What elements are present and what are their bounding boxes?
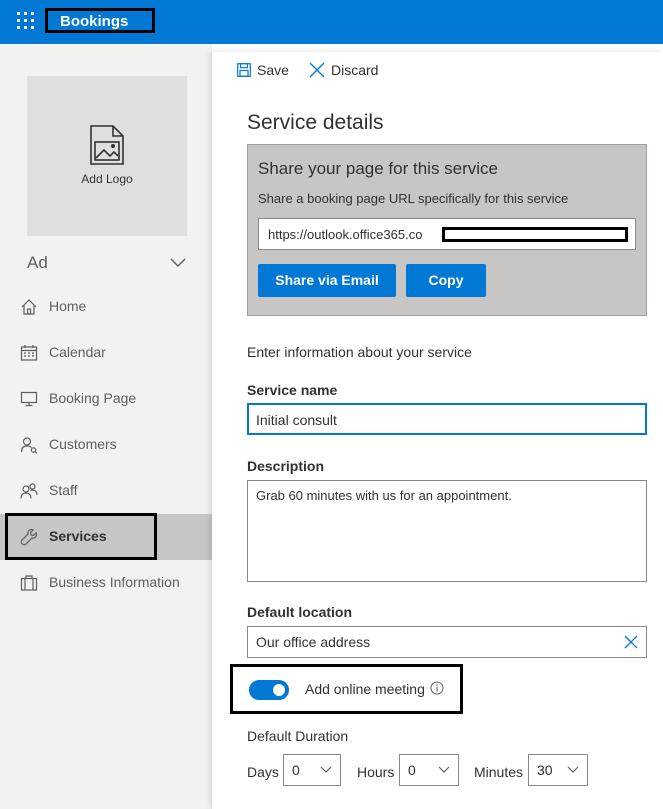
- share-title: Share your page for this service: [258, 159, 499, 178]
- sidebar-item-calendar[interactable]: Calendar: [0, 330, 212, 376]
- person-icon: [20, 437, 38, 454]
- minutes-label: Minutes: [474, 764, 524, 780]
- sidebar-item-business-information[interactable]: Business Information: [0, 560, 212, 606]
- intro-text: Enter information about your service: [247, 344, 472, 360]
- hours-value: 0: [408, 762, 416, 778]
- monitor-icon: [20, 391, 38, 407]
- online-meeting-toggle[interactable]: [249, 680, 289, 700]
- home-icon: [21, 299, 37, 315]
- toggle-knob: [273, 684, 285, 696]
- business-name: Ad: [27, 253, 48, 272]
- days-select[interactable]: 0: [283, 754, 341, 786]
- share-subtitle: Share a booking page URL specifically fo…: [258, 191, 569, 206]
- service-name-label: Service name: [247, 382, 338, 398]
- app-launcher-icon[interactable]: [17, 12, 35, 30]
- service-details-panel: Save Discard Service details Share your …: [212, 52, 663, 809]
- calendar-icon: [20, 345, 38, 361]
- discard-label: Discard: [331, 62, 379, 78]
- briefcase-icon: [20, 575, 38, 591]
- sidebar-item-customers[interactable]: Customers: [0, 422, 212, 468]
- sidebar-item-label: Staff: [49, 482, 78, 498]
- sidebar-item-label: Business Information: [49, 574, 180, 590]
- info-icon[interactable]: [430, 681, 444, 695]
- image-add-icon: [90, 125, 124, 165]
- sidebar-item-label: Home: [49, 298, 87, 314]
- online-meeting-highlight: Add online meeting: [230, 664, 463, 714]
- sidebar: Add Logo Ad Home Calendar Booking Page C…: [0, 44, 212, 809]
- share-via-email-button[interactable]: Share via Email: [258, 264, 396, 297]
- share-url-field[interactable]: https://outlook.office365.co: [258, 218, 636, 250]
- minutes-value: 30: [537, 762, 553, 778]
- share-url-text: https://outlook.office365.co: [268, 227, 423, 242]
- hours-select[interactable]: 0: [399, 754, 459, 786]
- app-title-highlight: Bookings: [45, 8, 155, 33]
- sidebar-item-booking-page[interactable]: Booking Page: [0, 376, 212, 422]
- service-name-input[interactable]: Initial consult: [247, 403, 647, 435]
- default-location-label: Default location: [247, 604, 353, 620]
- days-label: Days: [247, 764, 279, 780]
- location-value: Our office address: [256, 634, 371, 650]
- add-logo-tile[interactable]: Add Logo: [27, 76, 187, 236]
- days-value: 0: [292, 762, 300, 778]
- app-title[interactable]: Bookings: [60, 12, 128, 31]
- sidebar-item-label: Calendar: [49, 344, 106, 360]
- page-title: Service details: [247, 111, 384, 134]
- share-page-section: Share your page for this service Share a…: [247, 144, 647, 316]
- sidebar-item-label: Customers: [49, 436, 117, 452]
- description-textarea[interactable]: Grab 60 minutes with us for an appointme…: [247, 480, 647, 582]
- clear-icon[interactable]: [624, 635, 638, 649]
- sidebar-item-home[interactable]: Home: [0, 284, 212, 330]
- sidebar-item-label: Booking Page: [49, 390, 137, 406]
- people-icon: [20, 483, 38, 499]
- add-logo-label: Add Logo: [81, 172, 133, 186]
- redaction-box: [442, 227, 628, 242]
- minutes-select[interactable]: 30: [528, 754, 588, 786]
- chevron-down-icon: [320, 766, 332, 773]
- top-bar: Bookings: [0, 0, 663, 44]
- chevron-down-icon: [438, 766, 450, 773]
- services-highlight: [5, 513, 157, 560]
- online-meeting-label: Add online meeting: [305, 681, 425, 697]
- close-icon: [309, 62, 325, 78]
- save-button[interactable]: Save: [237, 60, 289, 80]
- copy-button[interactable]: Copy: [406, 264, 486, 297]
- chevron-down-icon: [567, 766, 579, 773]
- default-duration-label: Default Duration: [247, 728, 349, 744]
- discard-button[interactable]: Discard: [309, 60, 378, 80]
- save-label: Save: [257, 62, 289, 78]
- description-label: Description: [247, 458, 325, 474]
- chevron-down-icon[interactable]: [170, 256, 186, 268]
- hours-label: Hours: [357, 764, 395, 780]
- location-input[interactable]: Our office address: [247, 626, 647, 658]
- sidebar-item-staff[interactable]: Staff: [0, 468, 212, 514]
- save-icon: [237, 63, 251, 77]
